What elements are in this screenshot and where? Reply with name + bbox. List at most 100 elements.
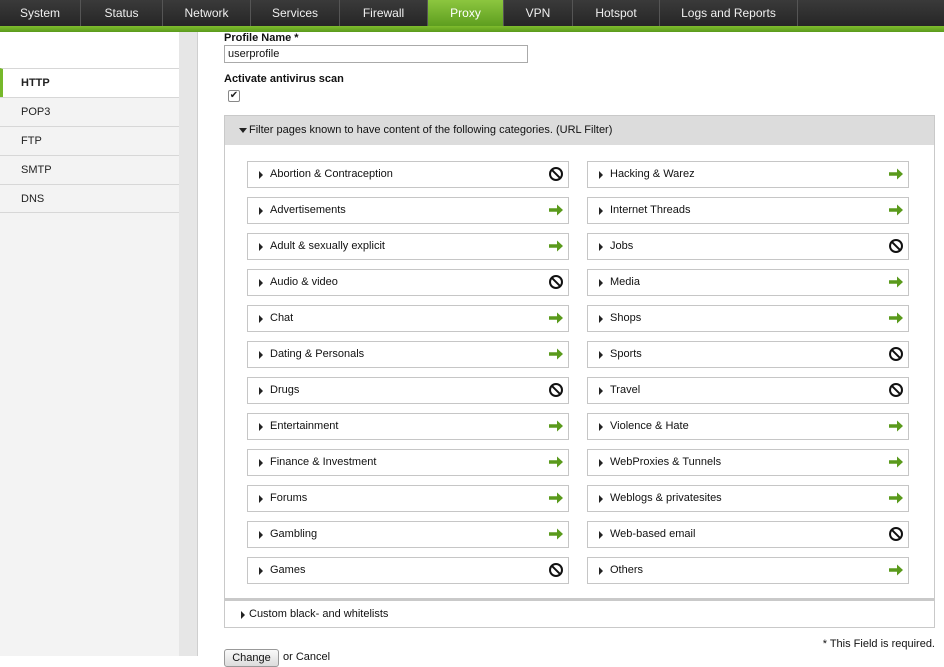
category-row[interactable]: Games <box>247 557 569 584</box>
cancel-link[interactable]: Cancel <box>296 651 330 663</box>
block-icon[interactable] <box>888 238 904 254</box>
triangle-right-icon <box>599 171 603 179</box>
sidebar-item-pop3[interactable]: POP3 <box>0 97 179 126</box>
arrow-right-icon[interactable] <box>888 454 904 470</box>
category-label: Dating & Personals <box>270 348 365 360</box>
block-icon[interactable] <box>548 562 564 578</box>
category-row[interactable]: Entertainment <box>247 413 569 440</box>
block-icon[interactable] <box>548 274 564 290</box>
category-row[interactable]: Sports <box>587 341 909 368</box>
block-icon[interactable] <box>888 382 904 398</box>
category-row[interactable]: Jobs <box>587 233 909 260</box>
profile-name-label: Profile Name * <box>224 32 299 44</box>
tab-firewall[interactable]: Firewall <box>340 0 428 26</box>
category-label: Web-based email <box>610 528 696 540</box>
checkmark-icon: ✔ <box>229 90 239 101</box>
triangle-right-icon <box>259 351 263 359</box>
triangle-right-icon <box>599 351 603 359</box>
triangle-right-icon <box>259 567 263 575</box>
category-row[interactable]: Shops <box>587 305 909 332</box>
category-label: Entertainment <box>270 420 339 432</box>
triangle-right-icon <box>259 171 263 179</box>
category-label: Internet Threads <box>610 204 691 216</box>
category-row[interactable]: Audio & video <box>247 269 569 296</box>
triangle-right-icon <box>599 207 603 215</box>
custom-lists-header[interactable]: Custom black- and whitelists <box>224 599 935 628</box>
change-button[interactable]: Change <box>224 649 279 667</box>
category-row[interactable]: Advertisements <box>247 197 569 224</box>
category-label: Adult & sexually explicit <box>270 240 385 252</box>
tab-hotspot[interactable]: Hotspot <box>573 0 660 26</box>
arrow-right-icon[interactable] <box>548 310 564 326</box>
category-row[interactable]: Drugs <box>247 377 569 404</box>
category-row[interactable]: Gambling <box>247 521 569 548</box>
triangle-right-icon <box>599 531 603 539</box>
sidebar-divider <box>179 32 198 656</box>
category-row[interactable]: Dating & Personals <box>247 341 569 368</box>
triangle-right-icon <box>599 279 603 287</box>
category-row[interactable]: Weblogs & privatesites <box>587 485 909 512</box>
arrow-right-icon[interactable] <box>548 238 564 254</box>
triangle-right-icon <box>599 423 603 431</box>
tab-status[interactable]: Status <box>81 0 163 26</box>
category-label: Abortion & Contraception <box>270 168 393 180</box>
arrow-right-icon[interactable] <box>548 346 564 362</box>
url-filter-header[interactable]: Filter pages known to have content of th… <box>225 116 934 145</box>
arrow-right-icon[interactable] <box>888 274 904 290</box>
arrow-right-icon[interactable] <box>888 202 904 218</box>
arrow-right-icon[interactable] <box>548 526 564 542</box>
triangle-right-icon <box>259 243 263 251</box>
arrow-right-icon[interactable] <box>548 418 564 434</box>
profile-name-input[interactable] <box>224 45 528 63</box>
category-row[interactable]: Abortion & Contraception <box>247 161 569 188</box>
triangle-right-icon <box>599 459 603 467</box>
category-label: Weblogs & privatesites <box>610 492 722 504</box>
triangle-right-icon <box>259 207 263 215</box>
arrow-right-icon[interactable] <box>888 418 904 434</box>
arrow-right-icon[interactable] <box>548 490 564 506</box>
tab-proxy[interactable]: Proxy <box>428 0 504 26</box>
tab-vpn[interactable]: VPN <box>504 0 573 26</box>
tab-system[interactable]: System <box>0 0 81 26</box>
block-icon[interactable] <box>888 346 904 362</box>
arrow-right-icon[interactable] <box>888 166 904 182</box>
category-label: Jobs <box>610 240 634 252</box>
sidebar-item-smtp[interactable]: SMTP <box>0 155 179 184</box>
category-row[interactable]: Internet Threads <box>587 197 909 224</box>
tab-network[interactable]: Network <box>163 0 251 26</box>
category-row[interactable]: Forums <box>247 485 569 512</box>
arrow-right-icon[interactable] <box>888 562 904 578</box>
tab-services[interactable]: Services <box>251 0 340 26</box>
category-label: Audio & video <box>270 276 338 288</box>
arrow-right-icon[interactable] <box>548 202 564 218</box>
category-row[interactable]: WebProxies & Tunnels <box>587 449 909 476</box>
sidebar-item-dns[interactable]: DNS <box>0 184 179 213</box>
or-cancel: or Cancel <box>283 651 330 663</box>
triangle-right-icon <box>259 459 263 467</box>
category-row[interactable]: Chat <box>247 305 569 332</box>
triangle-right-icon <box>259 279 263 287</box>
block-icon[interactable] <box>548 166 564 182</box>
arrow-right-icon[interactable] <box>888 490 904 506</box>
custom-lists-label: Custom black- and whitelists <box>249 608 389 620</box>
category-row[interactable]: Others <box>587 557 909 584</box>
category-row[interactable]: Violence & Hate <box>587 413 909 440</box>
sidebar-item-ftp[interactable]: FTP <box>0 126 179 155</box>
block-icon[interactable] <box>888 526 904 542</box>
arrow-right-icon[interactable] <box>548 454 564 470</box>
category-row[interactable]: Hacking & Warez <box>587 161 909 188</box>
category-row[interactable]: Travel <box>587 377 909 404</box>
block-icon[interactable] <box>548 382 564 398</box>
arrow-right-icon[interactable] <box>888 310 904 326</box>
antivirus-checkbox[interactable]: ✔ <box>228 90 240 102</box>
category-label: Violence & Hate <box>610 420 689 432</box>
category-row[interactable]: Finance & Investment <box>247 449 569 476</box>
category-row[interactable]: Web-based email <box>587 521 909 548</box>
sidebar-item-http[interactable]: HTTP <box>0 68 179 97</box>
category-row[interactable]: Media <box>587 269 909 296</box>
category-row[interactable]: Adult & sexually explicit <box>247 233 569 260</box>
triangle-right-icon <box>599 387 603 395</box>
triangle-right-icon <box>599 495 603 503</box>
category-label: Shops <box>610 312 642 324</box>
tab-logs-and-reports[interactable]: Logs and Reports <box>660 0 798 26</box>
